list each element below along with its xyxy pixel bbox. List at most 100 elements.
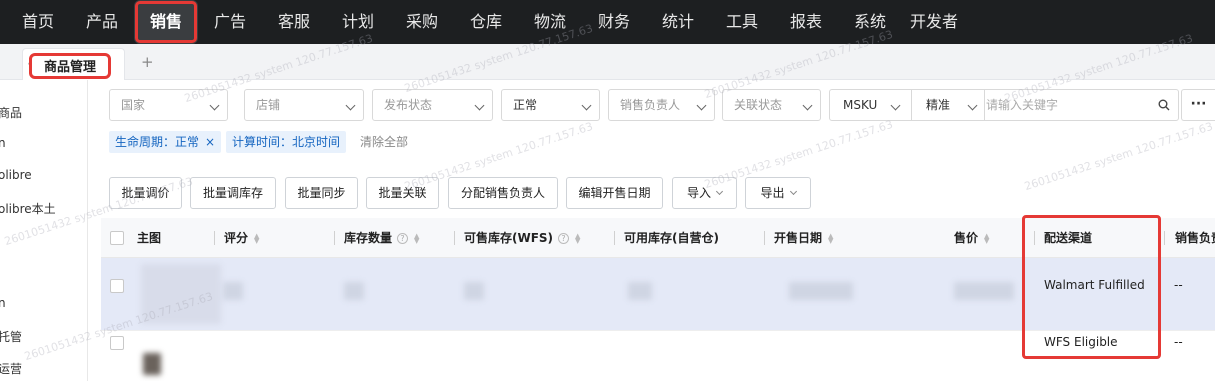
sales-owner-value: -- — [1174, 278, 1183, 292]
edit-sale-date-button[interactable]: 编辑开售日期 — [566, 177, 663, 209]
column-header-sale-date[interactable]: 开售日期 ▲ ▼ — [774, 218, 833, 258]
nav-item-warehouse[interactable]: 仓库 — [454, 0, 518, 44]
more-filters-button[interactable]: ··· — [1181, 89, 1215, 121]
stock-value — [344, 282, 364, 300]
column-header-label: 开售日期 — [774, 231, 823, 245]
column-header-price[interactable]: 售价 ▲ ▼ — [954, 218, 989, 258]
help-icon[interactable]: ? — [558, 233, 570, 244]
search-field-value: MSKU — [843, 98, 878, 112]
import-label: 导入 — [686, 186, 711, 200]
column-header-available-self: 可用库存(自营仓) — [624, 231, 719, 245]
chevron-down-icon — [715, 187, 724, 196]
filter-chip-calc-time: 计算时间：北京时间 — [226, 131, 347, 153]
table-header: 主图 评分 ▲ ▼ 库存数量? ▲ ▼ 可售库存(WFS)? ▲ ▼ 可用库存(自营仓) 开… — [101, 218, 1215, 258]
wfs-stock-value — [464, 282, 484, 300]
column-header-rating[interactable]: 评分 ▲ ▼ — [224, 218, 259, 258]
column-header-fulfillment: 配送渠道 — [1044, 231, 1093, 245]
batch-link-button[interactable]: 批量关联 — [366, 177, 439, 209]
chevron-down-icon — [581, 100, 592, 111]
add-tab-icon[interactable]: + — [141, 53, 154, 71]
column-divider — [614, 231, 615, 245]
nav-item-finance[interactable]: 财务 — [582, 0, 646, 44]
row-checkbox[interactable] — [110, 279, 124, 293]
nav-item-logistics[interactable]: 物流 — [518, 0, 582, 44]
sort-icon[interactable]: ▲ ▼ — [254, 232, 259, 244]
select-all-checkbox[interactable] — [110, 231, 124, 245]
table-row[interactable]: Walmart Fulfilled -- — [101, 258, 1215, 330]
sort-icon[interactable]: ▲ ▼ — [984, 232, 989, 244]
search-icon[interactable] — [1158, 99, 1170, 111]
status-select-value: 正常 — [513, 98, 538, 112]
nav-item-developer[interactable]: 开发者 — [902, 0, 966, 44]
sidebar-item[interactable]: olibre — [0, 168, 32, 182]
assign-sales-owner-button[interactable]: 分配销售负责人 — [448, 177, 558, 209]
country-select[interactable]: 国家 — [109, 89, 228, 121]
sidebar-item[interactable]: n — [0, 136, 6, 150]
divider — [911, 90, 912, 120]
help-icon[interactable]: ? — [397, 233, 409, 244]
batch-sync-button[interactable]: 批量同步 — [285, 177, 358, 209]
column-divider — [454, 231, 455, 245]
chevron-down-icon — [802, 100, 813, 111]
chip-label: 生命周期：正常 — [115, 135, 200, 149]
import-button[interactable]: 导入 — [672, 177, 737, 209]
column-divider — [214, 231, 215, 245]
tab-product-management[interactable]: • 商品管理 — [22, 48, 125, 80]
publish-status-select[interactable]: 发布状态 — [372, 89, 493, 121]
sort-icon[interactable]: ▲ ▼ — [828, 232, 833, 244]
column-divider — [764, 231, 765, 245]
chevron-down-icon — [345, 100, 356, 111]
nav-item-statistics[interactable]: 统计 — [646, 0, 710, 44]
sidebar-item[interactable]: 商品 — [0, 104, 22, 121]
sidebar-item[interactable]: olibre本土 — [0, 200, 56, 217]
search-input[interactable] — [986, 90, 1156, 120]
nav-item-system[interactable]: 系统 — [838, 0, 902, 44]
rating-value — [223, 282, 243, 300]
table-row[interactable]: WFS Eligible -- — [101, 330, 1215, 381]
watermark: 2601051432 system 120.77.157.63 — [1022, 119, 1215, 194]
sidebar-item[interactable]: 托管 — [0, 328, 22, 345]
link-status-select[interactable]: 关联状态 — [722, 89, 821, 121]
fulfillment-value: Walmart Fulfilled — [1044, 278, 1145, 292]
sales-owner-select[interactable]: 销售负责人 — [608, 89, 715, 121]
row-checkbox[interactable] — [110, 336, 124, 350]
publish-status-placeholder: 发布状态 — [384, 98, 433, 112]
nav-item-ads[interactable]: 广告 — [198, 0, 262, 44]
status-select[interactable]: 正常 — [501, 89, 600, 121]
chevron-down-icon — [474, 100, 485, 111]
nav-item-sales[interactable]: 销售 — [134, 0, 198, 44]
close-icon[interactable]: × — [205, 135, 215, 149]
search-combo: MSKU 精准 — [829, 89, 1179, 121]
nav-item-purchase[interactable]: 采购 — [390, 0, 454, 44]
sidebar-item[interactable]: 运营 — [0, 360, 22, 377]
fulfillment-value: WFS Eligible — [1044, 335, 1118, 349]
batch-stock-button[interactable]: 批量调库存 — [190, 177, 276, 209]
sort-icon[interactable]: ▲ ▼ — [575, 232, 580, 244]
store-select[interactable]: 店铺 — [244, 89, 364, 121]
nav-item-plan[interactable]: 计划 — [326, 0, 390, 44]
column-header-label: 售价 — [954, 231, 979, 245]
tab-strip: • 商品管理 + — [0, 44, 1215, 80]
sales-owner-placeholder: 销售负责人 — [620, 98, 681, 112]
sidebar-item[interactable]: n — [0, 296, 6, 310]
search-field-select[interactable]: MSKU — [843, 90, 913, 120]
sales-owner-value: -- — [1174, 335, 1183, 349]
column-divider — [1034, 231, 1035, 245]
column-header-sellable-wfs[interactable]: 可售库存(WFS)? ▲ ▼ — [464, 218, 580, 258]
export-button[interactable]: 导出 — [745, 177, 811, 209]
link-status-placeholder: 关联状态 — [734, 98, 783, 112]
chevron-down-icon — [789, 187, 797, 196]
sort-icon[interactable]: ▲ ▼ — [414, 232, 419, 244]
clear-all-link[interactable]: 清除全部 — [360, 131, 408, 153]
country-select-placeholder: 国家 — [121, 98, 146, 112]
batch-price-button[interactable]: 批量调价 — [109, 177, 182, 209]
nav-item-reports[interactable]: 报表 — [774, 0, 838, 44]
nav-item-customer-service[interactable]: 客服 — [262, 0, 326, 44]
nav-item-product[interactable]: 产品 — [70, 0, 134, 44]
column-header-stock-qty[interactable]: 库存数量? ▲ ▼ — [344, 218, 419, 258]
nav-item-tools[interactable]: 工具 — [710, 0, 774, 44]
top-navigation: 首页 产品 销售 广告 客服 计划 采购 仓库 物流 财务 统计 工具 报表 系… — [0, 0, 1215, 44]
column-divider — [1164, 231, 1165, 245]
nav-item-home[interactable]: 首页 — [6, 0, 70, 44]
filter-chip-lifecycle: 生命周期：正常 × — [109, 131, 222, 153]
